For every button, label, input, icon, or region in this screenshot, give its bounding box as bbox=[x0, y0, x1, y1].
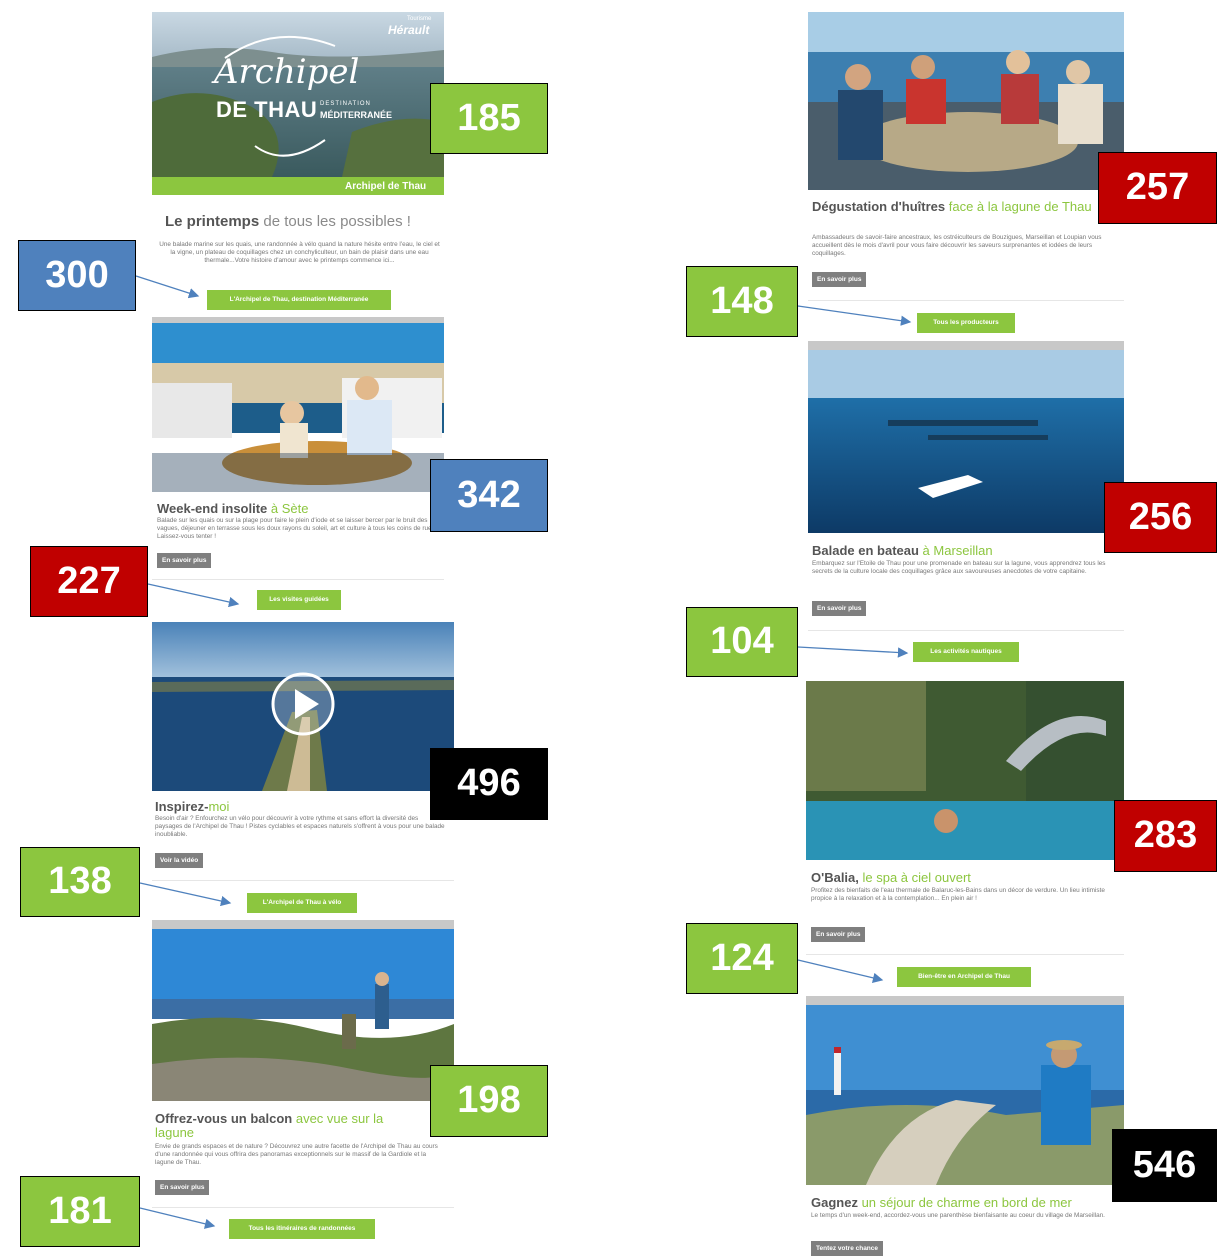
sete-title: Week-end insolite à Sète bbox=[157, 501, 309, 516]
spa-photo bbox=[806, 681, 1124, 860]
spa-title: O'Balia, le spa à ciel ouvert bbox=[811, 870, 971, 885]
logo-dest2: MÉDITERRANÉE bbox=[320, 110, 393, 120]
metric-badge: 257 bbox=[1098, 152, 1217, 224]
cta-wellness[interactable]: Bien-être en Archipel de Thau bbox=[897, 967, 1031, 987]
boat-more-button[interactable]: En savoir plus bbox=[812, 601, 867, 616]
metric-badge: 227 bbox=[30, 546, 148, 617]
sete-photo bbox=[152, 323, 444, 492]
divider bbox=[808, 300, 1124, 301]
balcony-text: Envie de grands espaces et de nature ? D… bbox=[155, 1143, 438, 1166]
metric-badge: 342 bbox=[430, 459, 548, 532]
sete-text: Balade sur les quais ou sur la plage pou… bbox=[157, 517, 437, 540]
divider bbox=[808, 630, 1124, 631]
contest-title: Gagnez un séjour de charme en bord de me… bbox=[811, 1195, 1072, 1210]
metric-badge: 198 bbox=[430, 1065, 548, 1137]
image-top-bar bbox=[152, 920, 454, 929]
metric-badge: 256 bbox=[1104, 482, 1217, 553]
metric-badge: 283 bbox=[1114, 800, 1217, 872]
metric-badge: 546 bbox=[1112, 1129, 1217, 1202]
metric-badge: 496 bbox=[430, 748, 548, 820]
cta-guided-tours[interactable]: Les visites guidées bbox=[257, 590, 341, 610]
boat-text: Embarquez sur l'Etoile de Thau pour une … bbox=[812, 560, 1106, 575]
metric-badge: 104 bbox=[686, 607, 798, 677]
cta-bike[interactable]: L'Archipel de Thau à vélo bbox=[247, 893, 357, 913]
boat-photo bbox=[808, 350, 1124, 533]
image-top-bar bbox=[808, 341, 1124, 350]
divider bbox=[806, 954, 1124, 955]
lighthouse-photo bbox=[806, 1005, 1124, 1185]
metric-badge: 124 bbox=[686, 923, 798, 994]
boat-title: Balade en bateau à Marseillan bbox=[812, 543, 993, 558]
metric-badge: 181 bbox=[20, 1176, 140, 1247]
sete-more-button[interactable]: En savoir plus bbox=[157, 553, 212, 568]
logo-dest1: DESTINATION bbox=[320, 101, 371, 107]
contest-button[interactable]: Tentez votre chance bbox=[811, 1241, 884, 1256]
divider bbox=[152, 1207, 454, 1208]
inspire-text: Besoin d'air ? Enfourchez un vélo pour d… bbox=[155, 815, 445, 838]
logo-script: Archipel bbox=[214, 52, 360, 92]
contest-text: Le temps d'un week-end, accordez-vous un… bbox=[811, 1212, 1105, 1219]
cta-hiking[interactable]: Tous les itinéraires de randonnées bbox=[229, 1219, 375, 1239]
watch-video-button[interactable]: Voir la vidéo bbox=[155, 853, 204, 868]
divider bbox=[152, 880, 454, 881]
metric-badge: 138 bbox=[20, 847, 140, 917]
balcony-title: Offrez-vous un balcon avec vue sur la la… bbox=[155, 1111, 384, 1140]
intro-text: Une balade marine sur les quais, une ran… bbox=[159, 241, 440, 264]
inspire-title: Inspirez-moi bbox=[155, 799, 230, 814]
play-icon[interactable] bbox=[270, 671, 336, 737]
spa-more-button[interactable]: En savoir plus bbox=[811, 927, 866, 942]
spa-text: Profitez des bienfaits de l'eau thermale… bbox=[811, 887, 1105, 902]
intro-title: Le printemps de tous les possibles ! bbox=[165, 213, 411, 230]
oyster-more-button[interactable]: En savoir plus bbox=[812, 272, 867, 287]
metric-badge: 148 bbox=[686, 266, 798, 337]
cta-destination[interactable]: L'Archipel de Thau, destination Méditerr… bbox=[207, 290, 391, 310]
hero-band-label: Archipel de Thau bbox=[345, 181, 427, 192]
hiking-photo bbox=[152, 929, 454, 1101]
brand-small: Tourisme bbox=[407, 16, 432, 22]
metric-badge: 300 bbox=[18, 240, 136, 311]
logo-title: DE THAU bbox=[216, 97, 318, 122]
divider bbox=[152, 579, 444, 580]
image-top-bar bbox=[806, 996, 1124, 1005]
oyster-photo bbox=[808, 12, 1124, 190]
metric-badge: 185 bbox=[430, 83, 548, 154]
cta-nautical[interactable]: Les activités nautiques bbox=[913, 642, 1019, 662]
cta-producers[interactable]: Tous les producteurs bbox=[917, 313, 1015, 333]
oyster-title: Dégustation d'huîtres face à la lagune d… bbox=[812, 199, 1092, 214]
oyster-text: Ambassadeurs de savoir-faire ancestraux,… bbox=[812, 234, 1102, 257]
balcony-more-button[interactable]: En savoir plus bbox=[155, 1180, 210, 1195]
brand-logo: Hérault bbox=[388, 23, 430, 37]
